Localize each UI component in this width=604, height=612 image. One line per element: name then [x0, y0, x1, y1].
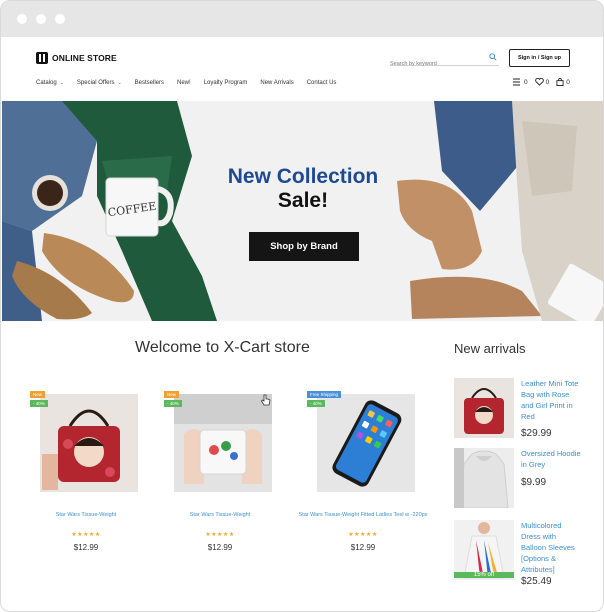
rating-stars: ★★★★★ — [348, 532, 378, 538]
nav-item-label: New Arrivals — [260, 80, 294, 86]
nav-item-label: Loyalty Program — [203, 80, 248, 86]
nav-item-special-offers[interactable]: Special Offers ⌄ — [77, 80, 122, 86]
discount-badge: - 40% — [164, 400, 182, 407]
search-icon[interactable] — [489, 53, 497, 61]
nav-item-contact-us[interactable]: Contact Us — [307, 80, 337, 86]
dress-thumbnail — [454, 520, 514, 580]
product-name[interactable]: Star Wars Tissue-Weight — [140, 511, 300, 519]
hero-subtitle: Sale! — [277, 189, 329, 212]
arrival-price: $9.99 — [521, 477, 547, 488]
chevron-down-icon: ⌄ — [59, 80, 64, 86]
phone-image — [317, 394, 415, 492]
discount-badge: 15% off — [454, 572, 514, 578]
logo-text: ONLINE STORE — [52, 53, 117, 63]
arrival-thumbnail[interactable] — [454, 378, 514, 438]
wishlist-count: 0 — [545, 78, 550, 86]
arrival-price: $29.99 — [521, 428, 552, 439]
nav-item-label: Contact Us — [306, 80, 337, 86]
hero-title: New Collection — [227, 165, 379, 188]
red-bag-thumbnail — [454, 378, 514, 438]
window-dot-1 — [17, 14, 27, 24]
discount-badge: - 40% — [307, 400, 325, 407]
title-bar — [1, 1, 603, 37]
nav-item-new[interactable]: New! — [177, 80, 191, 86]
site-header: ONLINE STORE Sign in / Sign up Catalog⌄ … — [1, 37, 603, 101]
search-input[interactable] — [390, 61, 480, 67]
hero-banner: COFFEE New Collection Sale! Shop by Bran… — [2, 101, 603, 321]
nav-item-catalog[interactable]: Catalog ⌄ — [36, 80, 64, 86]
nav-item-label: Catalog — [36, 80, 57, 86]
chevron-down-icon: ⌄ — [117, 80, 122, 86]
mug-image — [174, 394, 272, 492]
new-badge: New — [164, 391, 180, 398]
arrival-name[interactable]: Leather Mini Tote Bag with Rose and Girl… — [521, 378, 581, 422]
nav-item-new-arrivals[interactable]: New Arrivals — [260, 80, 293, 86]
product-image[interactable] — [174, 394, 272, 492]
product-image[interactable] — [317, 394, 415, 492]
store-logo[interactable]: ONLINE STORE — [36, 52, 117, 64]
wishlist-button[interactable]: 0 — [534, 78, 550, 86]
cart-count: 0 — [566, 78, 570, 86]
header-icons: 0 0 0 — [513, 78, 570, 86]
red-bag-image — [40, 394, 138, 492]
heart-icon — [534, 78, 544, 86]
nav-item-bestsellers[interactable]: Bestsellers — [135, 80, 164, 86]
logo-icon — [36, 52, 48, 64]
cart-button[interactable]: 0 — [556, 78, 570, 86]
product-name[interactable]: Star Wars Tissue-Weight Fitted Ladies Te… — [283, 511, 443, 519]
browser-window: ONLINE STORE Sign in / Sign up Catalog⌄ … — [0, 0, 604, 612]
nav-item-loyalty-program[interactable]: Loyalty Program — [204, 80, 248, 86]
hoodie-thumbnail — [454, 448, 514, 508]
free-shipping-badge: Free Shipping — [307, 391, 342, 398]
compare-count: 0 — [524, 78, 528, 86]
compare-button[interactable]: 0 — [513, 78, 528, 86]
bag-icon — [556, 78, 564, 86]
search-box — [390, 52, 499, 67]
nav-item-label: New! — [177, 80, 191, 86]
new-badge: New — [30, 391, 46, 398]
arrival-name[interactable]: Oversized Hoodie in Grey — [521, 448, 581, 470]
arrival-thumbnail[interactable] — [454, 448, 514, 508]
product-image[interactable] — [40, 394, 138, 492]
welcome-title: Welcome to X-Cart store — [135, 339, 310, 356]
nav-item-label: Bestsellers — [134, 80, 165, 86]
main-nav: Catalog ⌄ Special Offers ⌄ Bestsellers New… — [36, 80, 336, 86]
compare-icon — [513, 78, 520, 86]
window-dot-2 — [36, 14, 46, 24]
window-dot-3 — [55, 14, 65, 24]
hand-cursor-icon — [261, 394, 271, 406]
product-price: $12.99 — [350, 543, 376, 552]
nav-item-label: Special Offers — [76, 80, 115, 86]
product-price: $12.99 — [207, 543, 233, 552]
new-arrivals-title: New arrivals — [454, 341, 526, 356]
sign-in-button[interactable]: Sign in / Sign up — [509, 49, 570, 67]
discount-badge: - 40% — [30, 400, 48, 407]
arrival-thumbnail[interactable] — [454, 520, 514, 580]
rating-stars: ★★★★★ — [205, 532, 235, 538]
arrival-price: $25.49 — [521, 576, 552, 587]
shop-by-brand-button[interactable]: Shop by Brand — [249, 232, 359, 261]
arrival-name[interactable]: Multicolored Dress with Balloon Sleeves … — [521, 520, 581, 575]
